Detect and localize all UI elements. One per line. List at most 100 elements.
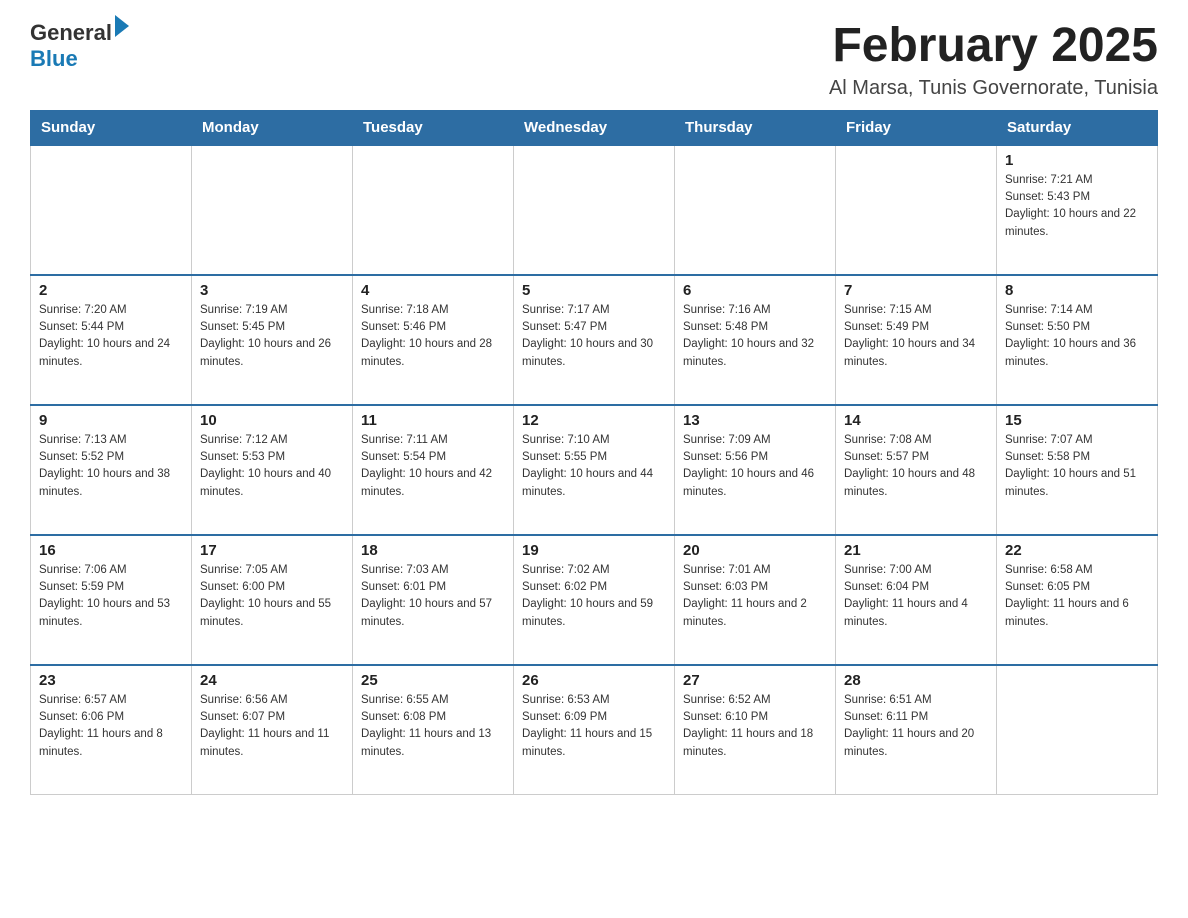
page-header: General Blue February 2025 Al Marsa, Tun… [30,20,1158,100]
day-info: Sunrise: 7:16 AM Sunset: 5:48 PM Dayligh… [683,302,827,371]
day-number: 22 [1005,542,1149,559]
day-number: 11 [361,412,505,429]
day-info: Sunrise: 7:21 AM Sunset: 5:43 PM Dayligh… [1005,172,1149,241]
day-info: Sunrise: 7:20 AM Sunset: 5:44 PM Dayligh… [39,302,183,371]
calendar-cell: 12Sunrise: 7:10 AM Sunset: 5:55 PM Dayli… [514,405,675,535]
title-section: February 2025 Al Marsa, Tunis Governorat… [829,20,1158,100]
calendar-cell [192,145,353,275]
calendar-cell: 28 Sunrise: 6:51 AM Sunset: 6:11 PM Dayli… [836,665,997,795]
day-number: 23 [39,672,183,689]
calendar-week-3: 16 Sunrise: 7:06 AM Sunset: 5:59 PM Dayli… [31,535,1158,665]
day-number: 5 [522,282,666,299]
logo-triangle-icon [115,15,129,37]
calendar-cell: 22 Sunrise: 6:58 AM Sunset: 6:05 PM Dayli… [997,535,1158,665]
day-number: 14 [844,412,988,429]
day-info: Sunrise: 7:14 AM Sunset: 5:50 PM Dayligh… [1005,302,1149,371]
day-number: 15 [1005,412,1149,429]
calendar-cell: 21 Sunrise: 7:00 AM Sunset: 6:04 PM Dayli… [836,535,997,665]
logo: General Blue [30,20,129,72]
calendar-cell: 1 Sunrise: 7:21 AM Sunset: 5:43 PM Daylig… [997,145,1158,275]
day-number: 8 [1005,282,1149,299]
calendar-cell: 20 Sunrise: 7:01 AM Sunset: 6:03 PM Dayli… [675,535,836,665]
day-number: 18 [361,542,505,559]
day-info: Sunrise: 7:03 AM Sunset: 6:01 PM Dayligh… [361,562,505,631]
weekday-header-monday: Monday [192,110,353,145]
weekday-header-tuesday: Tuesday [353,110,514,145]
day-info: Sunrise: 6:53 AM Sunset: 6:09 PM Dayligh… [522,692,666,761]
day-info: Sunrise: 6:51 AM Sunset: 6:11 PM Dayligh… [844,692,988,761]
calendar-cell: 16 Sunrise: 7:06 AM Sunset: 5:59 PM Dayli… [31,535,192,665]
calendar-week-0: 1 Sunrise: 7:21 AM Sunset: 5:43 PM Daylig… [31,145,1158,275]
day-info: Sunrise: 7:01 AM Sunset: 6:03 PM Dayligh… [683,562,827,631]
day-info: Sunrise: 7:11 AM Sunset: 5:54 PM Dayligh… [361,432,505,501]
day-info: Sunrise: 7:07 AM Sunset: 5:58 PM Dayligh… [1005,432,1149,501]
calendar-cell: 7 Sunrise: 7:15 AM Sunset: 5:49 PM Daylig… [836,275,997,405]
day-number: 28 [844,672,988,689]
day-info: Sunrise: 6:58 AM Sunset: 6:05 PM Dayligh… [1005,562,1149,631]
calendar-cell [353,145,514,275]
day-info: Sunrise: 7:09 AM Sunset: 5:56 PM Dayligh… [683,432,827,501]
day-number: 24 [200,672,344,689]
day-number: 6 [683,282,827,299]
calendar-cell [514,145,675,275]
day-info: Sunrise: 7:12 AM Sunset: 5:53 PM Dayligh… [200,432,344,501]
day-info: Sunrise: 7:15 AM Sunset: 5:49 PM Dayligh… [844,302,988,371]
day-info: Sunrise: 7:05 AM Sunset: 6:00 PM Dayligh… [200,562,344,631]
calendar-cell: 4 Sunrise: 7:18 AM Sunset: 5:46 PM Daylig… [353,275,514,405]
day-number: 1 [1005,152,1149,169]
logo-blue-text: Blue [30,46,78,71]
calendar-cell: 18 Sunrise: 7:03 AM Sunset: 6:01 PM Dayli… [353,535,514,665]
day-number: 16 [39,542,183,559]
location-title: Al Marsa, Tunis Governorate, Tunisia [829,77,1158,100]
calendar-cell: 2Sunrise: 7:20 AM Sunset: 5:44 PM Daylig… [31,275,192,405]
day-info: Sunrise: 7:18 AM Sunset: 5:46 PM Dayligh… [361,302,505,371]
day-info: Sunrise: 6:56 AM Sunset: 6:07 PM Dayligh… [200,692,344,761]
weekday-header-thursday: Thursday [675,110,836,145]
day-number: 9 [39,412,183,429]
calendar-body: 1 Sunrise: 7:21 AM Sunset: 5:43 PM Daylig… [31,145,1158,795]
calendar-cell [675,145,836,275]
day-info: Sunrise: 7:08 AM Sunset: 5:57 PM Dayligh… [844,432,988,501]
day-number: 27 [683,672,827,689]
calendar-cell: 13Sunrise: 7:09 AM Sunset: 5:56 PM Dayli… [675,405,836,535]
calendar-cell [836,145,997,275]
day-info: Sunrise: 6:55 AM Sunset: 6:08 PM Dayligh… [361,692,505,761]
calendar-week-2: 9 Sunrise: 7:13 AM Sunset: 5:52 PM Daylig… [31,405,1158,535]
weekday-header-wednesday: Wednesday [514,110,675,145]
calendar-cell: 23 Sunrise: 6:57 AM Sunset: 6:06 PM Dayli… [31,665,192,795]
day-number: 26 [522,672,666,689]
day-number: 4 [361,282,505,299]
calendar-cell: 10Sunrise: 7:12 AM Sunset: 5:53 PM Dayli… [192,405,353,535]
day-number: 12 [522,412,666,429]
calendar-cell: 26 Sunrise: 6:53 AM Sunset: 6:09 PM Dayli… [514,665,675,795]
day-info: Sunrise: 7:19 AM Sunset: 5:45 PM Dayligh… [200,302,344,371]
calendar-cell [997,665,1158,795]
calendar-week-1: 2Sunrise: 7:20 AM Sunset: 5:44 PM Daylig… [31,275,1158,405]
day-number: 19 [522,542,666,559]
day-number: 20 [683,542,827,559]
calendar-week-4: 23 Sunrise: 6:57 AM Sunset: 6:06 PM Dayli… [31,665,1158,795]
calendar-cell [31,145,192,275]
calendar-cell: 14 Sunrise: 7:08 AM Sunset: 5:57 PM Dayli… [836,405,997,535]
calendar-cell: 3 Sunrise: 7:19 AM Sunset: 5:45 PM Daylig… [192,275,353,405]
calendar-header-row: SundayMondayTuesdayWednesdayThursdayFrid… [31,110,1158,145]
month-title: February 2025 [829,20,1158,73]
calendar-cell: 15 Sunrise: 7:07 AM Sunset: 5:58 PM Dayli… [997,405,1158,535]
calendar-cell: 25 Sunrise: 6:55 AM Sunset: 6:08 PM Dayli… [353,665,514,795]
calendar-cell: 9 Sunrise: 7:13 AM Sunset: 5:52 PM Daylig… [31,405,192,535]
calendar-cell: 11 Sunrise: 7:11 AM Sunset: 5:54 PM Dayli… [353,405,514,535]
day-info: Sunrise: 6:57 AM Sunset: 6:06 PM Dayligh… [39,692,183,761]
calendar-cell: 27Sunrise: 6:52 AM Sunset: 6:10 PM Dayli… [675,665,836,795]
calendar-cell: 6 Sunrise: 7:16 AM Sunset: 5:48 PM Daylig… [675,275,836,405]
day-number: 21 [844,542,988,559]
day-info: Sunrise: 7:13 AM Sunset: 5:52 PM Dayligh… [39,432,183,501]
day-info: Sunrise: 7:00 AM Sunset: 6:04 PM Dayligh… [844,562,988,631]
day-info: Sunrise: 7:17 AM Sunset: 5:47 PM Dayligh… [522,302,666,371]
calendar-table: SundayMondayTuesdayWednesdayThursdayFrid… [30,110,1158,796]
day-number: 3 [200,282,344,299]
day-number: 7 [844,282,988,299]
day-number: 25 [361,672,505,689]
calendar-cell: 19Sunrise: 7:02 AM Sunset: 6:02 PM Dayli… [514,535,675,665]
day-info: Sunrise: 7:06 AM Sunset: 5:59 PM Dayligh… [39,562,183,631]
logo-general-text: General [30,20,112,46]
